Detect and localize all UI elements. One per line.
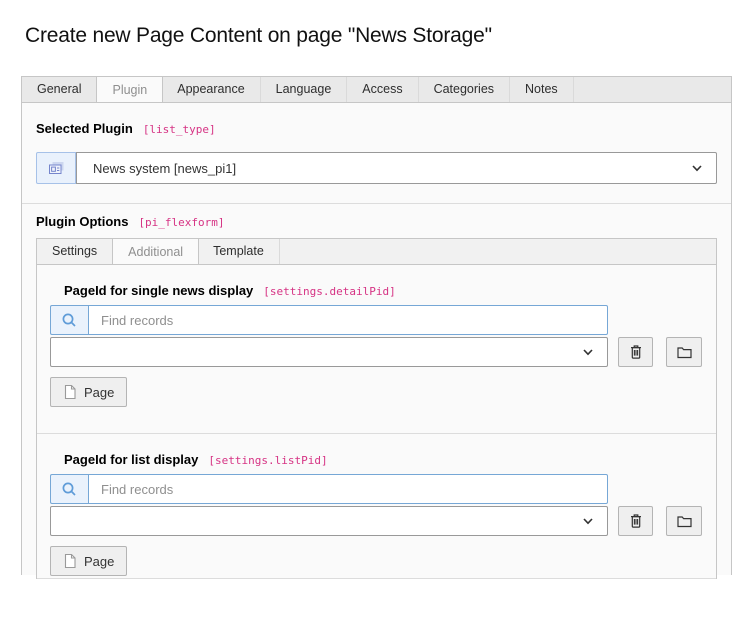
record-select-row — [50, 337, 703, 367]
selected-plugin-value: News system [news_pi1] — [93, 161, 236, 176]
remove-selected-button[interactable] — [618, 337, 653, 367]
browse-records-button[interactable] — [666, 506, 702, 536]
search-addon — [50, 305, 88, 335]
record-select-row — [50, 506, 703, 536]
page-button[interactable]: Page — [50, 377, 127, 407]
search-addon — [50, 474, 88, 504]
folder-icon — [676, 345, 693, 360]
trash-icon — [628, 344, 644, 361]
selected-plugin-key: [list_type] — [143, 123, 216, 136]
field-section-detail-pid: PageId for single news display [settings.… — [37, 265, 716, 434]
folder-icon — [676, 514, 693, 529]
selected-plugin-select[interactable]: News system [news_pi1] — [76, 152, 717, 184]
plugin-options-section: Plugin Options [pi_flexform] Settings Add… — [22, 204, 731, 579]
chevron-down-icon — [689, 160, 705, 176]
field-section-list-pid: PageId for list display [settings.listPid… — [37, 434, 716, 579]
tab-settings[interactable]: Settings — [37, 239, 113, 264]
selected-plugin-label: Selected Plugin — [36, 121, 133, 136]
page-icon — [63, 553, 77, 569]
search-icon — [61, 312, 78, 329]
selected-plugin-select-group: News system [news_pi1] — [36, 152, 717, 184]
plugin-options-label-row: Plugin Options [pi_flexform] — [22, 215, 731, 230]
field-label: PageId for list display — [64, 452, 198, 467]
record-select[interactable] — [50, 506, 608, 536]
search-icon — [61, 481, 78, 498]
tab-additional[interactable]: Additional — [112, 238, 199, 264]
page-icon — [63, 384, 77, 400]
plugin-icon-addon — [36, 152, 76, 184]
record-search-group — [50, 474, 608, 504]
chevron-down-icon — [580, 513, 596, 529]
plugin-options-key: [pi_flexform] — [138, 216, 224, 229]
tab-notes[interactable]: Notes — [510, 77, 574, 102]
plugin-tab-panel: Selected Plugin [list_type] News system [… — [21, 103, 732, 575]
record-search-group — [50, 305, 608, 335]
flexform-tabs: Settings Additional Template — [36, 238, 717, 265]
record-tabs: General Plugin Appearance Language Acces… — [21, 76, 732, 103]
plugin-options-label: Plugin Options — [36, 214, 128, 229]
newspaper-plugin-icon — [48, 161, 65, 176]
selected-plugin-section: Selected Plugin [list_type] News system [… — [22, 103, 731, 184]
field-key: [settings.detailPid] — [263, 285, 395, 298]
chevron-down-icon — [580, 344, 596, 360]
flexform-panel: PageId for single news display [settings.… — [36, 265, 717, 579]
page-button-label: Page — [84, 385, 114, 400]
record-select[interactable] — [50, 337, 608, 367]
tab-language[interactable]: Language — [261, 77, 348, 102]
tab-plugin[interactable]: Plugin — [96, 76, 163, 102]
record-search-input[interactable] — [88, 474, 608, 504]
field-label-row: PageId for list display [settings.listPid… — [50, 453, 703, 468]
record-search-input[interactable] — [88, 305, 608, 335]
tab-access[interactable]: Access — [347, 77, 418, 102]
trash-icon — [628, 513, 644, 530]
tab-template[interactable]: Template — [198, 239, 280, 264]
page-button-label: Page — [84, 554, 114, 569]
page-title: Create new Page Content on page "News St… — [25, 24, 492, 48]
browse-records-button[interactable] — [666, 337, 702, 367]
page-button[interactable]: Page — [50, 546, 127, 576]
tab-general[interactable]: General — [22, 77, 97, 102]
field-key: [settings.listPid] — [208, 454, 327, 467]
create-content-form: Create new Page Content on page "News St… — [0, 0, 753, 640]
selected-plugin-label-row: Selected Plugin [list_type] — [36, 122, 717, 137]
tab-categories[interactable]: Categories — [419, 77, 510, 102]
tab-appearance[interactable]: Appearance — [162, 77, 260, 102]
field-label-row: PageId for single news display [settings.… — [50, 284, 703, 299]
field-label: PageId for single news display — [64, 283, 253, 298]
remove-selected-button[interactable] — [618, 506, 653, 536]
